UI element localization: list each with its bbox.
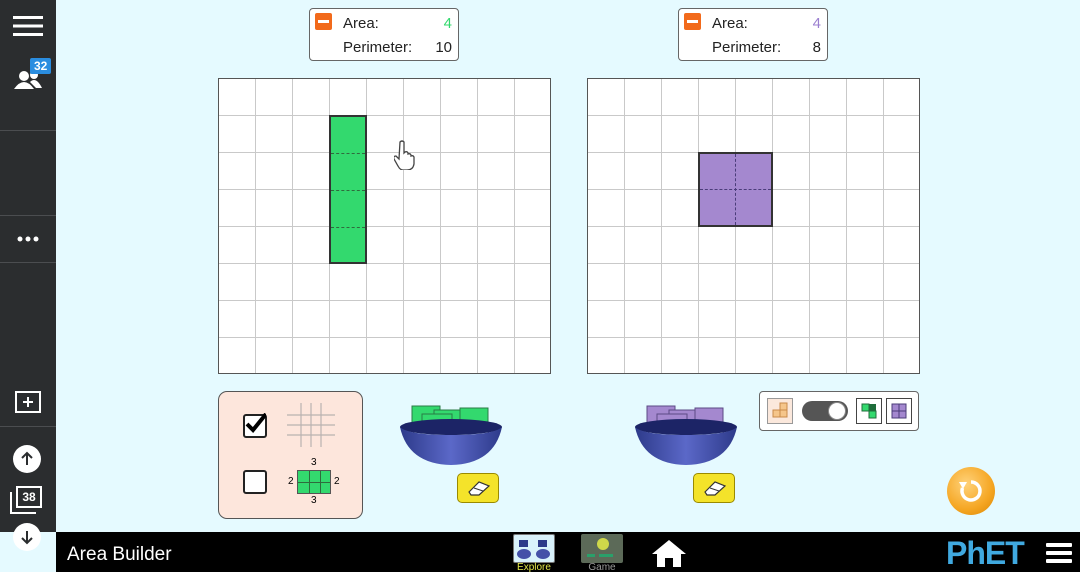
sidebar-divider — [0, 426, 56, 427]
arrow-down-icon[interactable] — [13, 523, 41, 551]
phet-logo[interactable]: PhET — [946, 535, 1025, 572]
dimension-top-label: 3 — [311, 457, 317, 468]
dimension-right-label: 2 — [334, 476, 340, 487]
sidebar-divider — [0, 262, 56, 263]
area-label: Area: — [343, 15, 379, 32]
purple-shape-bucket[interactable] — [633, 402, 739, 472]
tab-game-label: Game — [588, 562, 616, 572]
left-area-perimeter-readout: Area: 4 Perimeter: 10 — [309, 8, 459, 61]
board-mode-toggle-panel — [759, 391, 919, 431]
phet-navbar: Area Builder Explore Game PhET — [56, 532, 1080, 572]
collapse-readout-button[interactable] — [315, 13, 332, 30]
green-board-icon[interactable] — [856, 398, 882, 424]
eraser-icon — [468, 481, 491, 496]
green-shape-bucket[interactable] — [398, 402, 504, 472]
tab-explore-label: Explore — [517, 562, 551, 572]
game-screen-icon — [581, 534, 623, 563]
reset-icon — [959, 480, 982, 502]
tab-explore[interactable]: Explore — [512, 534, 556, 572]
area-value: 4 — [443, 15, 452, 32]
perimeter-label: Perimeter: — [712, 39, 782, 56]
perimeter-value: 10 — [435, 39, 452, 56]
green-rectangle-shape[interactable] — [329, 115, 367, 264]
sidebar: 32 38 — [0, 0, 56, 551]
left-shape-board[interactable] — [218, 78, 551, 374]
explore-screen-icon — [513, 534, 555, 563]
dimensions-icon — [297, 470, 331, 494]
eraser-icon — [704, 481, 727, 496]
dimension-bottom-label: 3 — [311, 495, 317, 506]
hamburger-icon[interactable] — [8, 8, 48, 44]
perimeter-value: 8 — [812, 39, 821, 56]
show-dimensions-checkbox[interactable] — [243, 470, 267, 494]
purple-square-shape[interactable] — [698, 152, 773, 227]
dimension-left-label: 2 — [288, 476, 294, 487]
sim-title: Area Builder — [67, 544, 172, 565]
reset-all-button[interactable] — [947, 467, 995, 515]
grid-dimensions-control-panel: 3 3 2 2 — [218, 391, 363, 519]
home-icon[interactable] — [650, 538, 688, 572]
sidebar-divider — [0, 130, 56, 131]
show-grid-checkbox[interactable] — [243, 413, 267, 438]
add-slide-icon[interactable] — [8, 384, 48, 420]
sidebar-divider — [0, 215, 56, 216]
participants-count-badge: 32 — [30, 58, 52, 74]
grid-icon — [287, 403, 335, 447]
phet-menu-icon[interactable] — [1046, 543, 1072, 567]
purple-eraser-button[interactable] — [693, 473, 735, 503]
area-label: Area: — [712, 15, 748, 32]
green-eraser-button[interactable] — [457, 473, 499, 503]
tab-game[interactable]: Game — [580, 534, 624, 572]
more-icon[interactable] — [8, 221, 48, 257]
board-mode-toggle-switch[interactable] — [802, 401, 848, 421]
arrow-up-icon[interactable] — [13, 445, 41, 473]
purple-board-icon[interactable] — [886, 398, 912, 424]
hand-cursor-icon — [394, 140, 415, 170]
single-board-icon[interactable] — [767, 398, 793, 424]
perimeter-label: Perimeter: — [343, 39, 413, 56]
area-value: 4 — [812, 15, 821, 32]
right-area-perimeter-readout: Area: 4 Perimeter: 8 — [678, 8, 828, 61]
slide-count[interactable]: 38 — [16, 486, 42, 508]
right-shape-board[interactable] — [587, 78, 920, 374]
collapse-readout-button[interactable] — [684, 13, 701, 30]
